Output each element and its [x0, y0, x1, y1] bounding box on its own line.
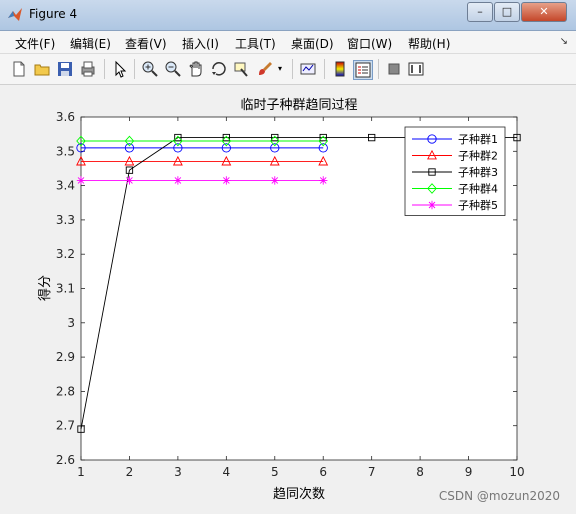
legend-label: 子种群5 — [458, 198, 498, 212]
toolbar-separator — [104, 59, 105, 79]
zoom-out-icon[interactable] — [164, 60, 182, 78]
link-plot-icon[interactable] — [299, 60, 317, 78]
data-cursor-icon[interactable] — [233, 60, 251, 78]
legend-marker — [427, 200, 437, 210]
close-button[interactable]: ✕ — [521, 2, 567, 22]
menu-tools[interactable]: 工具(T) — [235, 35, 276, 52]
series-5-point — [319, 176, 328, 185]
save-icon[interactable] — [56, 60, 74, 78]
legend-label: 子种群2 — [458, 149, 498, 163]
y-tick-label: 3 — [67, 316, 75, 330]
window-titlebar: Figure 4 – □ ✕ — [0, 0, 576, 31]
y-axis-label: 得分 — [37, 275, 53, 301]
series-5-point — [173, 176, 183, 185]
chart-title: 临时子种群趋同过程 — [240, 98, 357, 113]
y-tick-label: 2.7 — [56, 419, 75, 433]
x-tick-label: 6 — [319, 465, 327, 479]
y-tick-label: 2.8 — [56, 384, 75, 398]
menu-desktop[interactable]: 桌面(D) — [291, 35, 334, 52]
toolbar-separator — [134, 59, 135, 79]
print-icon[interactable] — [79, 60, 97, 78]
x-tick-label: 2 — [126, 465, 134, 479]
x-tick-label: 10 — [509, 465, 524, 479]
window-title: Figure 4 — [29, 7, 78, 21]
pan-icon[interactable] — [187, 60, 205, 78]
menu-help[interactable]: 帮助(H) — [408, 35, 450, 52]
x-tick-label: 4 — [223, 465, 231, 479]
x-axis-label: 趋同次数 — [273, 486, 325, 502]
brush-icon[interactable] — [256, 60, 274, 78]
open-file-icon[interactable] — [33, 60, 51, 78]
line-chart[interactable]: 2.6 2.7 2.8 2.9 3 3.1 3.2 3.3 3.4 3.5 3.6 1 2 3 4 5 6 7 8… — [3, 85, 573, 510]
y-tick-label: 2.9 — [56, 350, 75, 364]
legend-label: 子种群4 — [458, 182, 498, 196]
y-tick-label: 3.4 — [56, 179, 75, 193]
pointer-icon[interactable] — [111, 60, 129, 78]
menu-view[interactable]: 查看(V) — [125, 35, 167, 52]
dock-arrow-icon[interactable]: ↘ — [560, 36, 568, 47]
menu-bar: 文件(F) 编辑(E) 查看(V) 插入(I) 工具(T) 桌面(D) 窗口(W… — [0, 31, 576, 54]
x-tick-label: 5 — [271, 465, 279, 479]
minimize-button[interactable]: – — [467, 2, 493, 22]
matlab-logo-icon — [8, 8, 22, 21]
colorbar-icon[interactable] — [331, 60, 349, 78]
series-5-point — [222, 176, 231, 185]
series-5-point — [125, 176, 134, 185]
brush-dropdown-icon[interactable]: ▾ — [278, 60, 296, 78]
legend-label: 子种群1 — [458, 132, 498, 146]
legend[interactable]: 子种群1 子种群2 子种群3 子种群4 子种群5 — [404, 126, 506, 216]
x-tick-label: 8 — [416, 465, 424, 479]
toolbar-separator — [292, 59, 293, 79]
y-tick-label: 3.3 — [56, 213, 75, 227]
toolbar-separator — [324, 59, 325, 79]
x-tick-label: 3 — [174, 465, 182, 479]
x-tick-label: 9 — [465, 465, 473, 479]
x-tick-label: 1 — [77, 465, 85, 479]
rotate-3d-icon[interactable] — [210, 60, 228, 78]
y-tick-label: 3.5 — [56, 144, 75, 158]
y-tick-label: 3.2 — [56, 247, 75, 261]
legend-icon[interactable] — [353, 60, 373, 80]
maximize-button[interactable]: □ — [494, 2, 520, 22]
legend-label: 子种群3 — [458, 165, 498, 179]
y-tick-label: 3.6 — [56, 110, 75, 124]
menu-edit[interactable]: 编辑(E) — [70, 35, 111, 52]
zoom-in-icon[interactable] — [141, 60, 159, 78]
series-5-point — [76, 176, 86, 185]
menu-file[interactable]: 文件(F) — [15, 35, 55, 52]
y-tick-label: 3.1 — [56, 282, 75, 296]
figure-canvas: 2.6 2.7 2.8 2.9 3 3.1 3.2 3.3 3.4 3.5 3.6 1 2 3 4 5 6 7 8… — [3, 85, 573, 510]
new-figure-icon[interactable] — [10, 60, 28, 78]
x-tick-label: 7 — [368, 465, 376, 479]
menu-insert[interactable]: 插入(I) — [182, 35, 219, 52]
menu-window[interactable]: 窗口(W) — [347, 35, 392, 52]
show-plot-tools-icon[interactable] — [407, 60, 425, 78]
toolbar-separator — [378, 59, 379, 79]
figure-toolbar: ▾ — [0, 54, 576, 85]
hide-plot-tools-icon[interactable] — [385, 60, 403, 78]
watermark: CSDN @mozun2020 — [438, 489, 560, 503]
y-tick-label: 2.6 — [56, 453, 75, 467]
series-5-point — [270, 176, 279, 185]
